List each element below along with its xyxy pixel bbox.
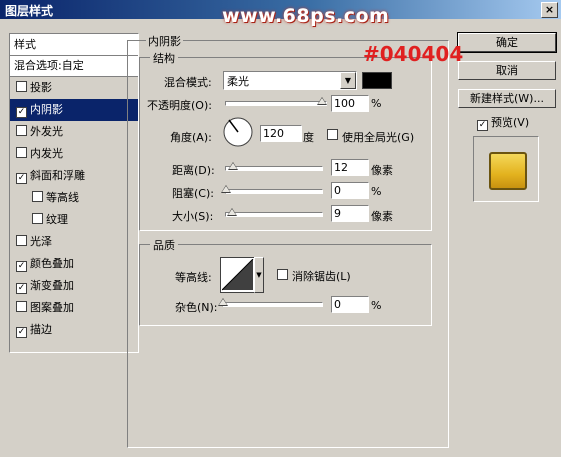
size-slider[interactable] — [225, 212, 323, 217]
color-annotation: #040404 — [363, 42, 464, 66]
angle-label: 角度(A): — [170, 131, 212, 144]
ok-button[interactable]: 确定 — [457, 32, 557, 53]
style-item-label: 斜面和浮雕 — [30, 169, 85, 182]
style-item-checkbox[interactable] — [32, 191, 43, 202]
cancel-button[interactable]: 取消 — [458, 61, 556, 80]
distance-unit: 像素 — [371, 164, 393, 177]
style-item-checkbox[interactable]: ✓ — [16, 283, 27, 294]
choke-label: 阻塞(C): — [172, 187, 214, 200]
style-item-label: 描边 — [30, 323, 52, 336]
global-light-checkbox[interactable] — [327, 129, 338, 140]
inner-shadow-title: 内阴影 — [146, 33, 183, 49]
style-item[interactable]: ✓ 内阴影 — [10, 99, 138, 121]
preview-checkbox[interactable]: ✓ — [477, 120, 488, 131]
style-item-label: 内阴影 — [30, 103, 63, 116]
style-item-checkbox[interactable] — [16, 147, 27, 158]
contour-linear-icon — [222, 259, 254, 291]
opacity-label: 不透明度(O): — [147, 99, 212, 112]
style-item[interactable]: ✓ 渐变叠加 — [10, 275, 138, 297]
style-item-checkbox[interactable] — [16, 81, 27, 92]
style-item-checkbox[interactable]: ✓ — [16, 327, 27, 338]
opacity-unit: % — [371, 97, 382, 110]
style-item-label: 图案叠加 — [30, 301, 74, 314]
style-item-checkbox[interactable] — [16, 301, 27, 312]
style-item[interactable]: 光泽 — [10, 231, 138, 253]
style-item-label: 纹理 — [46, 213, 68, 226]
noise-unit: % — [371, 299, 382, 312]
style-item-checkbox[interactable]: ✓ — [16, 173, 27, 184]
style-item[interactable]: 纹理 — [10, 209, 138, 231]
style-item-checkbox[interactable] — [16, 235, 27, 246]
style-item[interactable]: ✓ 颜色叠加 — [10, 253, 138, 275]
preview-box — [473, 136, 539, 202]
style-item-label: 光泽 — [30, 235, 52, 248]
style-item[interactable]: 内发光 — [10, 143, 138, 165]
size-unit: 像素 — [371, 210, 393, 223]
size-input[interactable]: 9 — [331, 205, 369, 222]
angle-dial[interactable] — [222, 116, 254, 148]
preview-toggle[interactable]: ✓ 预览(V) — [477, 114, 529, 131]
style-item-label: 投影 — [30, 81, 52, 94]
style-item-label: 渐变叠加 — [30, 279, 74, 292]
distance-slider[interactable] — [225, 166, 323, 171]
blend-options-item[interactable]: 混合选项:自定 — [10, 56, 138, 77]
choke-slider-thumb[interactable] — [221, 185, 231, 193]
choke-unit: % — [371, 185, 382, 198]
quality-title: 品质 — [150, 237, 178, 253]
contour-label: 等高线: — [175, 271, 212, 284]
global-light-label: 使用全局光(G) — [342, 131, 415, 144]
style-item[interactable]: 等高线 — [10, 187, 138, 209]
angle-input[interactable]: 120 — [260, 125, 302, 142]
opacity-input[interactable]: 100 — [331, 95, 369, 112]
styles-header[interactable]: 样式 — [10, 34, 138, 56]
distance-slider-thumb[interactable] — [228, 162, 238, 170]
style-item-checkbox[interactable] — [32, 213, 43, 224]
style-item[interactable]: 投影 — [10, 77, 138, 99]
anti-alias-label: 消除锯齿(L) — [292, 270, 351, 283]
style-preview-swatch — [489, 152, 527, 190]
opacity-slider-thumb[interactable] — [317, 97, 327, 105]
style-item-label: 颜色叠加 — [30, 257, 74, 270]
choke-input[interactable]: 0 — [331, 182, 369, 199]
angle-dial-icon — [223, 117, 253, 147]
chevron-down-icon[interactable]: ▼ — [340, 72, 356, 89]
shadow-color-swatch[interactable] — [362, 72, 392, 89]
style-item-label: 内发光 — [30, 147, 63, 160]
new-style-button[interactable]: 新建样式(W)... — [458, 89, 556, 108]
noise-slider-thumb[interactable] — [218, 298, 228, 306]
close-button[interactable]: × — [541, 2, 558, 18]
style-item-checkbox[interactable]: ✓ — [16, 261, 27, 272]
choke-slider[interactable] — [225, 189, 323, 194]
watermark: www.68ps.com — [222, 5, 390, 27]
style-item[interactable]: ✓ 描边 — [10, 319, 138, 341]
style-item[interactable]: 图案叠加 — [10, 297, 138, 319]
window-title: 图层样式 — [5, 4, 54, 18]
anti-alias-checkbox[interactable] — [277, 269, 288, 280]
distance-input[interactable]: 12 — [331, 159, 369, 176]
style-item[interactable]: 外发光 — [10, 121, 138, 143]
style-item-label: 等高线 — [46, 191, 79, 204]
noise-slider[interactable] — [222, 302, 323, 307]
size-label: 大小(S): — [172, 210, 214, 223]
noise-label: 杂色(N): — [175, 301, 218, 314]
distance-label: 距离(D): — [172, 164, 215, 177]
blend-mode-select[interactable]: 柔光 ▼ — [223, 71, 357, 90]
style-item-label: 外发光 — [30, 125, 63, 138]
noise-input[interactable]: 0 — [331, 296, 369, 313]
style-item-checkbox[interactable] — [16, 125, 27, 136]
style-item-checkbox[interactable]: ✓ — [16, 107, 27, 118]
opacity-slider[interactable] — [225, 101, 327, 106]
preview-label: 预览(V) — [491, 116, 530, 129]
structure-title: 结构 — [150, 50, 178, 66]
styles-list: 样式 混合选项:自定 投影 ✓ 内阴影 外发光 内发光 ✓ 斜面和浮雕 等高线 纹理 光泽 ✓ 颜色叠… — [9, 33, 139, 353]
contour-dropdown-arrow-icon[interactable]: ▼ — [254, 257, 264, 293]
size-slider-thumb[interactable] — [227, 208, 237, 216]
style-item[interactable]: ✓ 斜面和浮雕 — [10, 165, 138, 187]
blend-mode-label: 混合模式: — [164, 76, 212, 89]
angle-unit: 度 — [303, 131, 314, 144]
blend-mode-value: 柔光 — [227, 75, 249, 88]
